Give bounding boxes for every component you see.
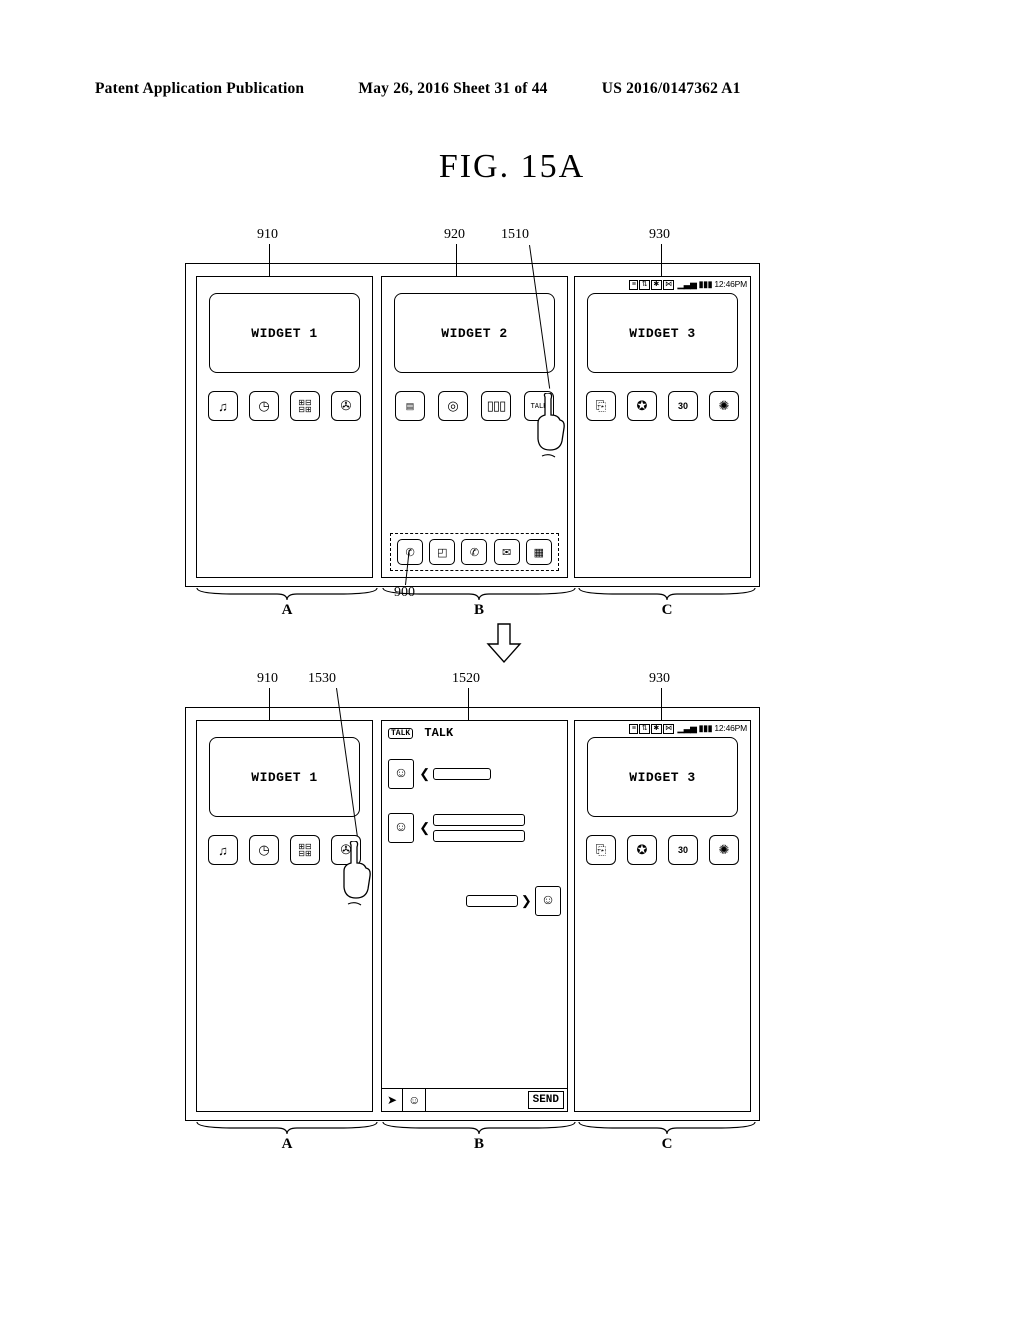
header-left: Patent Application Publication [95, 80, 304, 97]
emoji-icon: ☺ [403, 1089, 426, 1111]
chat-input-bar: ➤ ☺ SEND [382, 1088, 567, 1111]
chat-row-3: ❯ ☺ [388, 886, 561, 916]
dock-bar: ✆ ◰ ✆ ✉ ▦ [390, 533, 559, 571]
chat-row-1: ☺ ❮ [388, 759, 561, 789]
brace-c-bot: C [577, 1120, 757, 1153]
brace-a-top: A [195, 586, 379, 619]
browser-icon: ✆ [461, 539, 487, 565]
chat-bubble [433, 814, 525, 826]
chat-bubble [466, 895, 518, 907]
ball-icon: ✪ [627, 835, 657, 865]
patent-figure-page: Patent Application Publication May 26, 2… [0, 0, 1024, 1320]
avatar-icon: ☺ [535, 886, 561, 916]
device-bottom: WIDGET 1 ♫ ◷ ⊞⊟⊟⊞ ✇ TALK TALK ☺ ❮ ☺ ❮ [185, 707, 760, 1121]
status-bar: ≡⇅✱⋈ ▁▃▅ ▮▮▮ 12:46PM [629, 723, 747, 734]
chat-row-2: ☺ ❮ [388, 813, 561, 843]
send-button: SEND [528, 1091, 564, 1109]
device-top: WIDGET 1 ♫ ◷ ⊞⊟⊟⊞ ✇ WIDGET 2 ▤ ◎ ▯▯▯ TAL… [185, 263, 760, 587]
panel-c-top: ≡⇅✱⋈ ▁▃▅ ▮▮▮ 12:46PM WIDGET 3 ⎘ ✪ 30 ✺ [574, 276, 751, 578]
panel-b-talk: TALK TALK ☺ ❮ ☺ ❮ ❯ ☺ [381, 720, 568, 1112]
calendar-icon: 30 [668, 391, 698, 421]
gear-icon: ✺ [709, 835, 739, 865]
icon-row-c: ⎘ ✪ 30 ✺ [575, 391, 750, 421]
globe-icon: ✇ [331, 391, 361, 421]
columns-icon: ▯▯▯ [481, 391, 511, 421]
avatar-icon: ☺ [388, 813, 414, 843]
message-icon: ✉ [494, 539, 520, 565]
figure-title: FIG. 15A [0, 148, 1024, 186]
panel-c-bottom: ≡⇅✱⋈ ▁▃▅ ▮▮▮ 12:46PM WIDGET 3 ⎘ ✪ 30 ✺ [574, 720, 751, 1112]
ball-icon: ✪ [627, 391, 657, 421]
status-bar: ≡⇅✱⋈ ▁▃▅ ▮▮▮ 12:46PM [629, 279, 747, 290]
apps-icon: ▦ [526, 539, 552, 565]
brace-c-top: C [577, 586, 757, 619]
grid-icon: ⊞⊟⊟⊞ [290, 835, 320, 865]
widget-2-box: WIDGET 2 [394, 293, 555, 373]
file-icon: ⎘ [586, 391, 616, 421]
brace-a-bot: A [195, 1120, 379, 1153]
talk-badge-icon: TALK [388, 728, 413, 739]
gear-icon: ✺ [709, 391, 739, 421]
attach-icon: ➤ [382, 1089, 403, 1111]
avatar-icon: ☺ [388, 759, 414, 789]
widget-3-box-b: WIDGET 3 [587, 737, 738, 817]
widget-1-box-b: WIDGET 1 [209, 737, 360, 817]
talk-app-icon: TALK [524, 391, 554, 421]
header-right: US 2016/0147362 A1 [602, 80, 741, 97]
music-icon: ♫ [208, 835, 238, 865]
panel-a-top: WIDGET 1 ♫ ◷ ⊞⊟⊟⊞ ✇ [196, 276, 373, 578]
grid-icon: ⊞⊟⊟⊞ [290, 391, 320, 421]
brace-b-top: B [381, 586, 577, 619]
chat-text-field [426, 1089, 524, 1111]
file-icon: ⎘ [586, 835, 616, 865]
calendar-icon: 30 [668, 835, 698, 865]
talk-header: TALK TALK [388, 726, 453, 740]
icon-row-a: ♫ ◷ ⊞⊟⊟⊞ ✇ [197, 391, 372, 421]
icon-row-a-b: ♫ ◷ ⊞⊟⊟⊞ ✇ [197, 835, 372, 865]
page-header: Patent Application Publication May 26, 2… [95, 80, 741, 98]
phone-icon: ✆ [397, 539, 423, 565]
keyboard-icon: ▤ [395, 391, 425, 421]
arrow-down [484, 622, 524, 670]
icon-row-c-b: ⎘ ✪ 30 ✺ [575, 835, 750, 865]
clock-icon: ◷ [249, 835, 279, 865]
panel-a-bottom: WIDGET 1 ♫ ◷ ⊞⊟⊟⊞ ✇ [196, 720, 373, 1112]
camera-icon: ◎ [438, 391, 468, 421]
header-mid: May 26, 2016 Sheet 31 of 44 [358, 80, 547, 97]
brace-b-bot: B [381, 1120, 577, 1153]
contact-icon: ◰ [429, 539, 455, 565]
globe-icon: ✇ [331, 835, 361, 865]
clock-icon: ◷ [249, 391, 279, 421]
widget-1-box: WIDGET 1 [209, 293, 360, 373]
music-icon: ♫ [208, 391, 238, 421]
icon-row-b: ▤ ◎ ▯▯▯ TALK [382, 391, 567, 421]
widget-3-box: WIDGET 3 [587, 293, 738, 373]
chat-bubble [433, 830, 525, 842]
chat-bubble [433, 768, 491, 780]
